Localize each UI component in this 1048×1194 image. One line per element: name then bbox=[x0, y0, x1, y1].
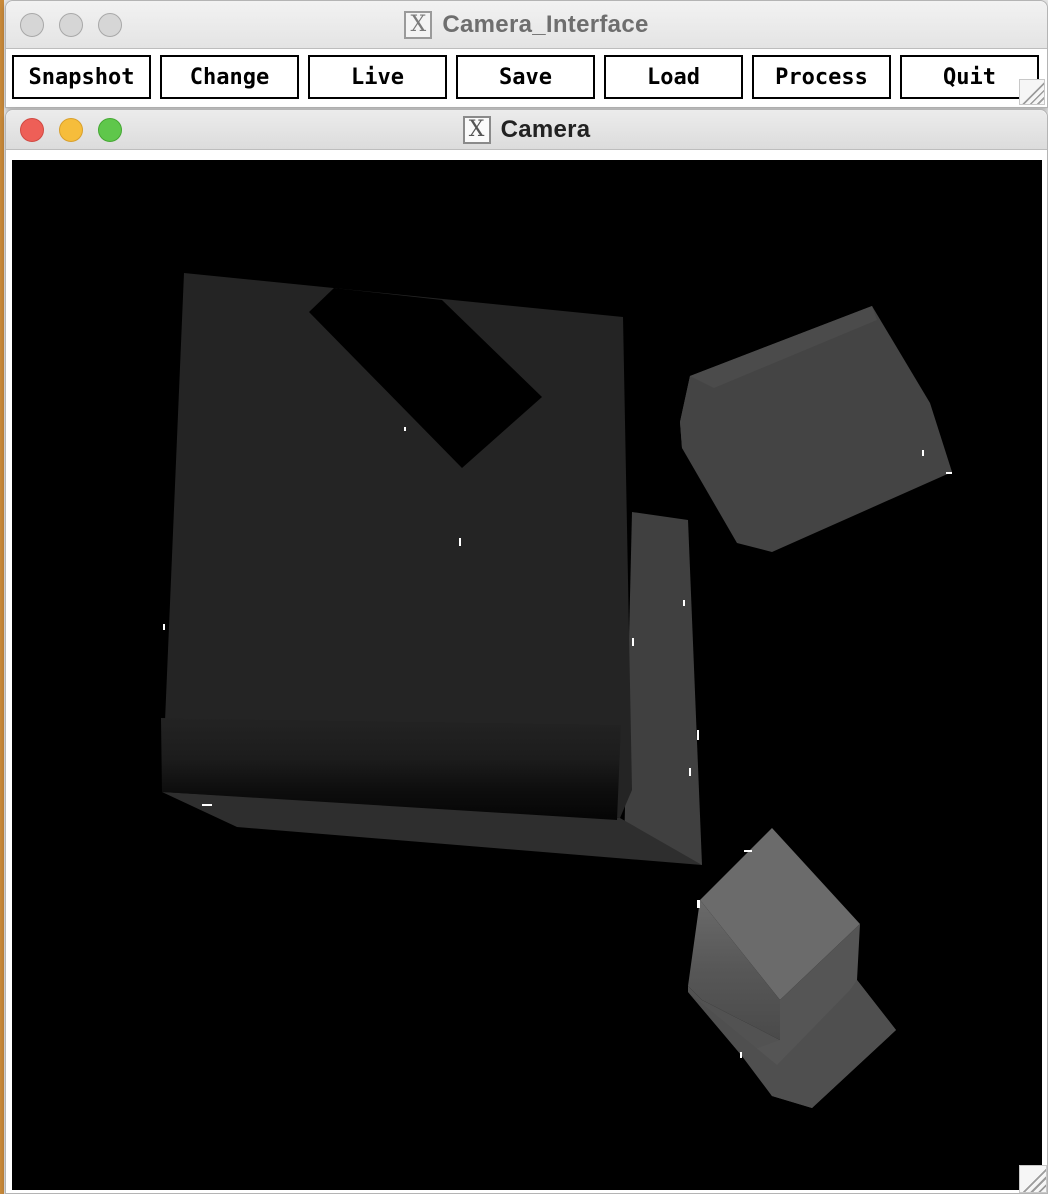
interface-titlebar[interactable]: X Camera_Interface bbox=[6, 1, 1047, 49]
resize-grip-icon[interactable] bbox=[1019, 1165, 1047, 1193]
camera-window-title: Camera bbox=[500, 116, 591, 143]
camera-image-canvas[interactable] bbox=[12, 160, 1042, 1190]
resize-grip-icon[interactable] bbox=[1019, 79, 1045, 105]
load-button[interactable]: Load bbox=[604, 55, 743, 99]
camera-titlebar[interactable]: X Camera bbox=[6, 110, 1047, 150]
button-toolbar: Snapshot Change Live Save Load Process Q… bbox=[12, 55, 1039, 99]
large-box-side-face bbox=[624, 512, 702, 865]
x11-icon: X bbox=[404, 11, 433, 39]
process-button[interactable]: Process bbox=[752, 55, 891, 99]
live-button[interactable]: Live bbox=[308, 55, 447, 99]
snapshot-button[interactable]: Snapshot bbox=[12, 55, 151, 99]
camera-interface-window: X Camera_Interface Snapshot Change Live … bbox=[5, 0, 1048, 108]
depth-render bbox=[161, 273, 952, 1108]
interface-window-title: Camera_Interface bbox=[442, 11, 649, 38]
x11-icon: X bbox=[462, 116, 491, 144]
save-button[interactable]: Save bbox=[456, 55, 595, 99]
change-button[interactable]: Change bbox=[160, 55, 299, 99]
camera-window: X Camera bbox=[5, 109, 1048, 1194]
